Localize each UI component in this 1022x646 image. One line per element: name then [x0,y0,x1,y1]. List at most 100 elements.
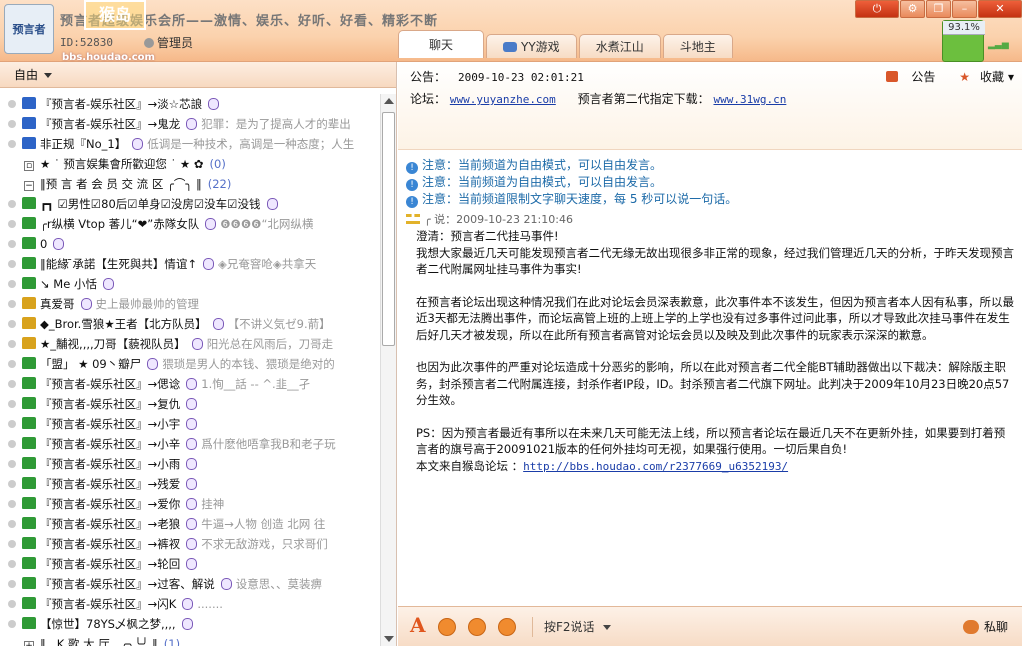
member-name: 『预言者-娱乐社区』→鬼龙 [40,117,181,131]
member-row[interactable]: ◆_Bror.雪狼★王者【北方队员】 【不讲义気ゼ9.葥】 [0,314,380,334]
group-expander-icon[interactable]: ▫ [24,161,34,171]
member-group[interactable]: − ‖预 言 者 会 员 交 流 区 ╭⌒╮ ‖ (22) [0,174,380,194]
member-row[interactable]: 【惊世】78YS乄枫之梦,,,, [0,614,380,634]
mode-dropdown[interactable]: 自由 [0,62,396,88]
vip-badge-icon [186,498,198,510]
source-link[interactable]: http://bbs.houdao.com/r2377669_u6352193/ [523,460,788,473]
private-chat-button[interactable]: 私聊 [962,618,1008,635]
skin-button[interactable]: ❐ [926,0,951,18]
member-role-icon [22,437,36,449]
member-name: ┏┓ ☑男性☑80后☑单身☑没房☑没车☑没钱 [40,197,261,211]
member-row[interactable]: 『预言者-娱乐社区』→小雨 [0,454,380,474]
signal-icon: ▂▃▅ [988,40,1009,50]
notice-button[interactable]: 公告 [876,70,935,84]
member-row[interactable]: ‖能緣 ̄承諾【生死與共】情谊↑ ◈兄奄窨呛◈共拿天 [0,254,380,274]
member-signature: 不求无敌游戏，只求哥们 [201,537,328,551]
member-row[interactable]: 真爱哥 史上最帅最帅的管理 [0,294,380,314]
status-dot-icon [8,320,16,328]
status-dot-icon [8,540,16,548]
vip-badge-icon [132,138,144,150]
member-name: 『预言者-娱乐社区』→小辛 [40,437,181,451]
member-row[interactable]: ┏┓ ☑男性☑80后☑单身☑没房☑没车☑没钱 [0,194,380,214]
member-role-icon [22,477,36,489]
member-row[interactable]: 『预言者-娱乐社区』→偲谂 1.恂__話 -- ^.韭__孑 [0,374,380,394]
tab-chat[interactable]: 聊天 [398,30,485,58]
member-row[interactable]: 『预言者-娱乐社区』→复仇 [0,394,380,414]
member-row[interactable]: 『预言者-娱乐社区』→爱你 挂神 [0,494,380,514]
member-row[interactable]: 0 [0,234,380,254]
vip-badge-icon [212,318,224,330]
member-row[interactable]: 『预言者-娱乐社区』→小宇 [0,414,380,434]
member-row[interactable]: ★_黼视,,,,刀哥【藐视队员】 阳光总在风雨后，刀哥走 [0,334,380,354]
forum-link[interactable]: www.yuyanzhe.com [450,93,556,106]
favorite-button[interactable]: ★ 收藏 ▾ [949,70,1014,84]
watermark-logo: 猴岛 [84,0,146,30]
tab-doudizhu[interactable]: 斗地主 [662,34,733,58]
status-dot-icon [8,360,16,368]
scroll-up-icon[interactable] [384,98,394,104]
source-label: 本文来自猴岛论坛 ： [416,458,524,473]
member-row[interactable]: 『预言者-娱乐社区』→残爱 [0,474,380,494]
member-row[interactable]: 非正规『No_1】 低调是一种技术，高调是一种态度；人生 [0,134,380,154]
member-row[interactable]: 『预言者-娱乐社区』→淡☆芯誏 [0,94,380,114]
chat-log: ! 注意：当前频道为自由模式，可以自由发言。 ! 注意：当前频道为自由模式，可以自由… [398,151,1022,606]
member-list-scrollbar[interactable] [380,94,396,646]
close-button[interactable]: ✕ [978,0,1022,18]
status-dot-icon [8,200,16,208]
vip-badge-icon [205,218,217,230]
member-name: ◆_Bror.雪狼★王者【北方队员】 [40,317,207,331]
download-link[interactable]: www.31wg.cn [713,93,786,106]
minimize-button[interactable]: – [952,0,977,18]
speak-mode-dropdown[interactable]: 按F2说话 [544,618,611,635]
member-signature: ❻❻❻❻“北网纵横 [220,217,314,231]
message-body: 澄清：预言者二代挂马事件! 我想大家最近几天可能发现预言者二代无缘无故出现很多非… [416,228,1016,475]
manager-link[interactable]: 管理员 [144,34,193,51]
member-row[interactable]: 『预言者-娱乐社区』→裤衩 不求无敌游戏，只求哥们 [0,534,380,554]
member-panel: 自由 『预言者-娱乐社区』→淡☆芯誏 『预言者-娱乐社区』→鬼龙 犯罪：是为了提高人… [0,62,397,646]
power-button[interactable]: ⏻ [855,0,899,18]
settings-button[interactable]: ⚙ [900,0,925,18]
emoji-icon[interactable] [438,618,456,636]
member-signature: 牛逼→人物 创造 北网 往 [201,517,326,531]
member-group[interactable]: ▫ ★ ˙ 预言娱集會所歡迎您 ˙ ★ ✿ (0) [0,154,380,174]
gamepad-icon [503,42,518,52]
member-group[interactable]: + ‖ . K 歌 大 厅 . ╭╮╰╯ ‖ (1) [0,634,380,646]
member-row[interactable]: 『预言者-娱乐社区』→闪K....... [0,594,380,614]
status-dot-icon [8,600,16,608]
status-dot-icon [8,440,16,448]
member-row[interactable]: 『预言者-娱乐社区』→老狼 牛逼→人物 创造 北网 往 [0,514,380,534]
effects-icon[interactable] [468,618,486,636]
member-role-icon [22,597,36,609]
bulletin-header: 公告： 2009-10-23 02:01:21 [410,68,584,85]
group-expander-icon[interactable]: − [24,181,34,191]
member-row[interactable]: ╭r纵横 Vtop 萫儿“❤”赤隊女队 ❻❻❻❻“北网纵横 [0,214,380,234]
scroll-thumb[interactable] [382,112,395,346]
member-row[interactable]: 『预言者-娱乐社区』→过客、解说 设意思、、莫装痹 [0,574,380,594]
member-name: 「盟」 ★ 09丶瓣尸 [40,357,142,371]
member-name: 『预言者-娱乐社区』→小宇 [40,417,181,431]
member-name: 『预言者-娱乐社区』→爱你 [40,497,181,511]
scroll-down-icon[interactable] [384,636,394,642]
status-dot-icon [8,140,16,148]
vip-badge-icon [80,298,92,310]
member-row[interactable]: ↘ Mе 小恬 [0,274,380,294]
tab-shuizhu-jiangshan[interactable]: 水煮江山 [578,34,661,58]
chevron-down-icon: ▾ [1007,70,1014,84]
group-name: ‖ . K 歌 大 厅 . ╭╮╰╯ ‖ [40,637,158,646]
member-row[interactable]: 『预言者-娱乐社区』→鬼龙 犯罪：是为了提高人才的辈出 [0,114,380,134]
voice-effect-icon[interactable] [498,618,516,636]
member-name: ★_黼视,,,,刀哥【藐视队员】 [40,337,186,351]
member-row[interactable]: 『预言者-娱乐社区』→小辛 爲什麽他唔拿我B和老子玩 [0,434,380,454]
status-dot-icon [8,220,16,228]
vip-badge-icon [186,538,198,550]
member-row[interactable]: 『预言者-娱乐社区』→轮回 [0,554,380,574]
tab-yy-games[interactable]: YY游戏 [486,34,577,58]
member-role-icon [22,277,36,289]
notice-text: 注意：当前频道限制文字聊天速度，每 5 秒可以说一句话。 [422,192,738,206]
member-row[interactable]: 「盟」 ★ 09丶瓣尸 猥琐是男人的本钱、猥琐是绝对的 [0,354,380,374]
member-role-icon [22,497,36,509]
group-expander-icon[interactable]: + [24,641,34,646]
system-notice: ! 注意：当前频道为自由模式，可以自由发言。 [406,174,1014,191]
member-signature: 1.恂__話 -- ^.韭__孑 [201,377,311,391]
font-button[interactable]: A [410,613,426,637]
